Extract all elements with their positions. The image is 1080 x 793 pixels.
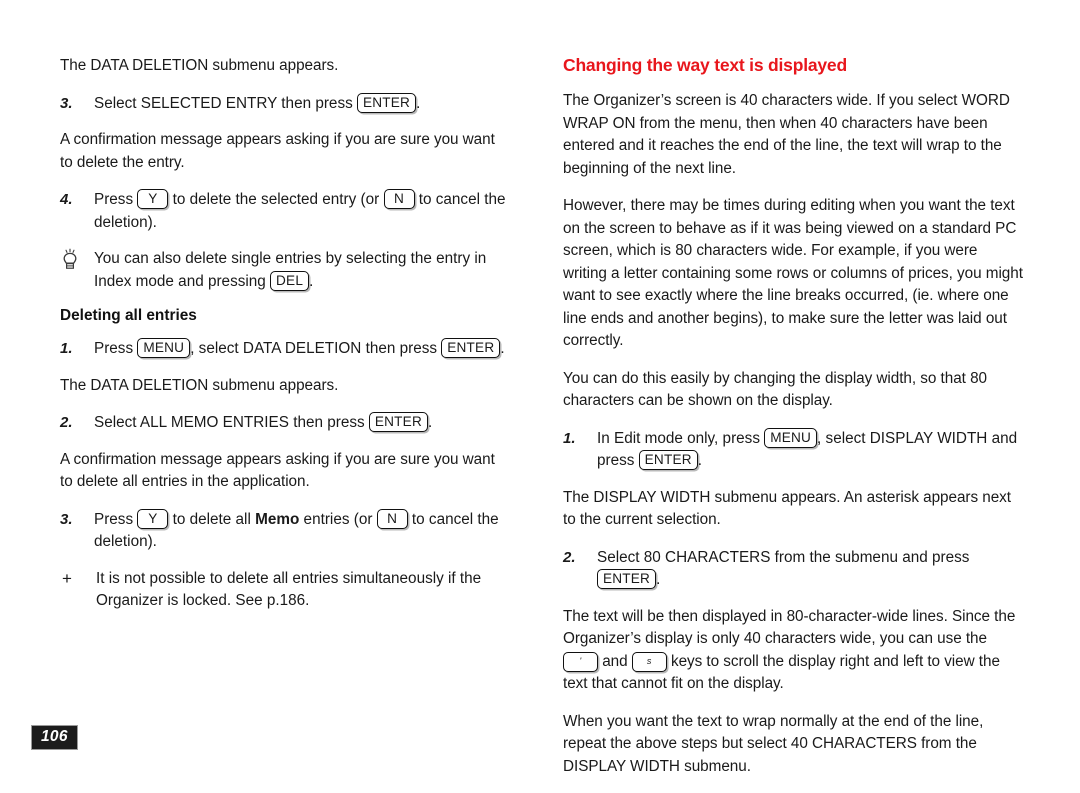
step-body: In Edit mode only, press MENU, select DI…: [597, 427, 1023, 473]
n-key: N: [383, 189, 415, 209]
step-body: Select SELECTED ENTRY then press ENTER.: [94, 92, 510, 116]
step-marker: 2.: [60, 414, 73, 431]
enter-key: ENTER: [638, 450, 698, 470]
subheading-deleting-all-entries: Deleting all entries: [60, 307, 197, 324]
plus-marker-icon: +: [62, 568, 72, 588]
note-body: It is not possible to delete all entries…: [96, 569, 482, 610]
step-marker: 3.: [60, 94, 73, 112]
step-text: Select 80 CHARACTERS from the submenu an…: [597, 548, 970, 566]
scroll-left-arrow-key: s: [631, 651, 667, 672]
step-body: Select 80 CHARACTERS from the submenu an…: [597, 547, 1023, 592]
enter-key: ENTER: [368, 412, 428, 432]
step-text-tail: .: [500, 340, 505, 357]
paragraph-text: The text will be then displayed in 80-ch…: [563, 607, 1016, 648]
step-text-tail: .: [656, 571, 661, 588]
menu-key: MENU: [137, 338, 191, 358]
manual-page: The DATA DELETION submenu appears. 3. Se…: [0, 0, 1080, 775]
step-text-tail: .: [416, 94, 421, 112]
n-key: N: [376, 508, 408, 529]
enter-key: ENTER: [597, 569, 657, 589]
paragraph-text: and: [598, 652, 632, 670]
page-number-badge: 106: [31, 725, 78, 750]
step-body: Press MENU, select DATA DELETION then pr…: [94, 338, 510, 361]
step-marker: 3.: [60, 510, 73, 528]
scroll-right-arrow-key: ': [563, 651, 598, 672]
page-title: Changing the way text is displayed: [563, 55, 847, 75]
y-key: Y: [137, 508, 169, 529]
emphasis-memo: Memo: [255, 510, 300, 528]
step-3-selected-entry: 3. Select SELECTED ENTRY then press ENTE…: [60, 92, 510, 116]
paragraph-confirmation-entry: A confirmation message appears asking if…: [60, 131, 495, 171]
tip-text-tail: .: [309, 272, 314, 290]
step-text: Press: [94, 340, 138, 357]
step-body: Press Y to delete all Memo entries (or N…: [94, 508, 510, 554]
tip-body: You can also delete single entries by se…: [94, 248, 510, 293]
paragraph-data-deletion-submenu-2: The DATA DELETION submenu appears.: [60, 376, 339, 394]
step-2-all-memo-entries: 2. Select ALL MEMO ENTRIES then press EN…: [60, 412, 510, 435]
step-text: to delete the selected entry (or: [168, 191, 384, 208]
del-key: DEL: [270, 270, 310, 291]
step-2-select-80-characters: 2. Select 80 CHARACTERS from the submenu…: [563, 547, 1023, 592]
step-text: Press: [94, 510, 138, 528]
tip-delete-single-entries: You can also delete single entries by se…: [60, 248, 510, 293]
step-text: Press: [94, 191, 138, 208]
step-marker: 1.: [563, 429, 576, 447]
paragraph-wrap-normally: When you want the text to wrap normally …: [563, 712, 984, 775]
step-3-press-y-all: 3. Press Y to delete all Memo entries (o…: [60, 508, 510, 554]
lightbulb-icon: [60, 248, 94, 293]
step-4-press-y: 4. Press Y to delete the selected entry …: [60, 189, 510, 234]
left-column: The DATA DELETION submenu appears. 3. Se…: [60, 55, 510, 627]
step-marker: 1.: [60, 340, 73, 357]
paragraph-scroll-keys: The text will be then displayed in 80-ch…: [563, 606, 1023, 696]
enter-key: ENTER: [357, 92, 417, 113]
right-column: Changing the way text is displayed The O…: [563, 55, 1023, 793]
step-text-tail: .: [427, 414, 433, 431]
enter-key: ENTER: [441, 338, 501, 358]
step-body: Select ALL MEMO ENTRIES then press ENTER…: [94, 412, 510, 435]
step-text: , select DATA DELETION then press: [190, 340, 442, 357]
step-body: Press Y to delete the selected entry (or…: [94, 189, 510, 234]
step-text: entries (or: [299, 510, 377, 528]
step-text: to delete all: [168, 510, 256, 528]
paragraph-display-width-intro: You can do this easily by changing the d…: [563, 369, 987, 410]
menu-key: MENU: [764, 427, 818, 448]
note-organizer-locked: + It is not possible to delete all entri…: [60, 568, 510, 613]
paragraph-data-deletion-submenu: The DATA DELETION submenu appears.: [60, 57, 339, 74]
step-marker: 2.: [563, 548, 576, 566]
paragraph-display-width-submenu: The DISPLAY WIDTH submenu appears. An as…: [563, 488, 1011, 529]
step-text: In Edit mode only, press: [597, 429, 765, 447]
step-text: Select SELECTED ENTRY then press: [94, 94, 357, 112]
step-text-tail: .: [697, 452, 702, 469]
y-key: Y: [137, 189, 169, 209]
paragraph-confirmation-all: A confirmation message appears asking if…: [60, 450, 495, 491]
step-1-press-menu: 1. Press MENU, select DATA DELETION then…: [60, 338, 510, 361]
paragraph-pc-screen: However, there may be times during editi…: [563, 197, 1023, 349]
step-text: Select ALL MEMO ENTRIES then press: [94, 414, 369, 431]
step-marker: 4.: [60, 191, 73, 208]
paragraph-word-wrap: The Organizer’s screen is 40 characters …: [563, 92, 1010, 177]
step-1-display-width: 1. In Edit mode only, press MENU, select…: [563, 427, 1023, 473]
